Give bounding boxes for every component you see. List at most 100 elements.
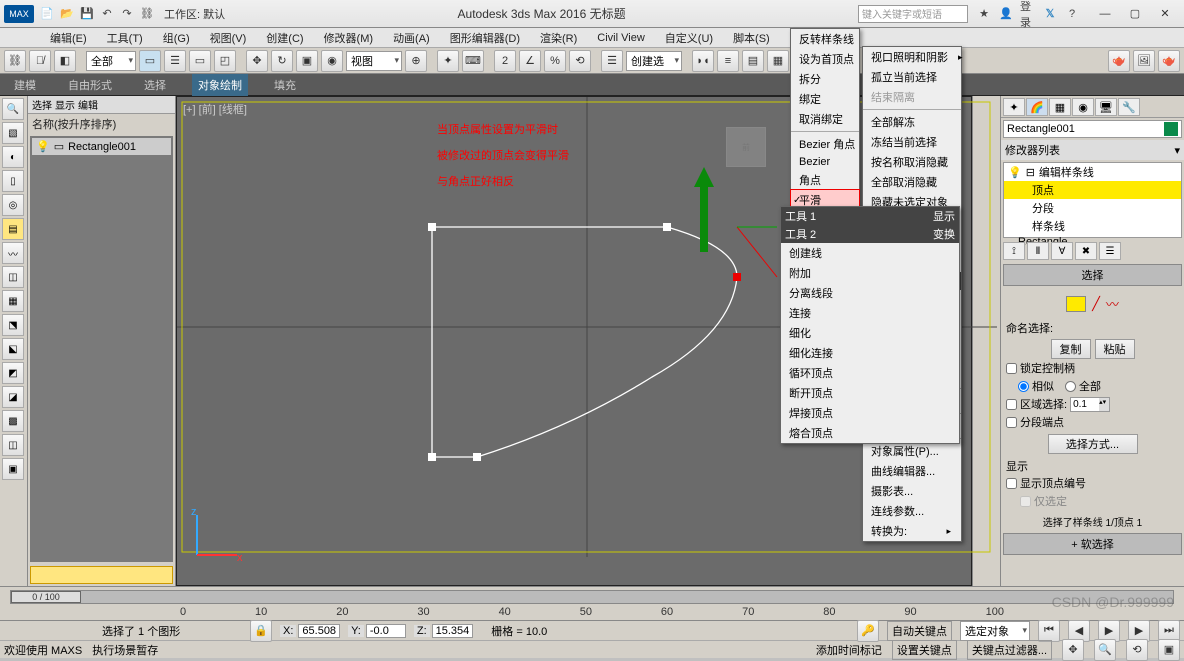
wave-icon[interactable]: 〰: [2, 242, 24, 264]
rotate-icon[interactable]: ↻: [271, 50, 293, 72]
key-icon[interactable]: 🔑: [857, 620, 879, 642]
show-result-icon[interactable]: Ⅱ: [1027, 242, 1049, 260]
tab-display-icon[interactable]: 🖥: [1095, 98, 1117, 116]
minimize-button[interactable]: —: [1090, 4, 1120, 24]
setkey-button[interactable]: 设置关键点: [892, 640, 957, 660]
select-rect-icon[interactable]: ▭: [189, 50, 211, 72]
vertex-mode-icon[interactable]: [1066, 296, 1086, 312]
menu-item[interactable]: 修改器(M): [314, 28, 384, 48]
tab-create-icon[interactable]: ✦: [1003, 98, 1025, 116]
select-name-icon[interactable]: ☰: [164, 50, 186, 72]
selection-filter[interactable]: 全部: [86, 51, 136, 71]
save-icon[interactable]: 💾: [78, 5, 96, 23]
keymode-dropdown[interactable]: 选定对象: [960, 621, 1030, 641]
bind-icon[interactable]: ◧: [54, 50, 76, 72]
render-setup-icon[interactable]: 🫖: [1108, 50, 1130, 72]
menu-item[interactable]: 取消绑定: [791, 109, 859, 129]
snapshot-icon[interactable]: ◫: [2, 266, 24, 288]
tool-b-icon[interactable]: ⬕: [2, 338, 24, 360]
menu-item[interactable]: 图形编辑器(D): [440, 28, 530, 48]
nav-pan-icon[interactable]: ✥: [1062, 639, 1084, 661]
stack-vertex[interactable]: 顶点: [1004, 181, 1181, 199]
modifier-stack[interactable]: 💡⊟编辑样条线 顶点 分段 样条线 Rectangle: [1003, 162, 1182, 238]
spline-mode-icon[interactable]: 〰: [1106, 294, 1119, 313]
coord-y[interactable]: -0.0: [366, 624, 406, 638]
menu-item[interactable]: 转换为:: [863, 521, 961, 541]
menu-item[interactable]: 视图(V): [200, 28, 257, 48]
sphere-icon[interactable]: ◐: [2, 146, 24, 168]
ribbon-tab[interactable]: 填充: [268, 74, 302, 96]
nav-zoom-icon[interactable]: 🔍: [1094, 639, 1116, 661]
close-button[interactable]: ✕: [1150, 4, 1180, 24]
named-sel-set[interactable]: 创建选: [626, 51, 682, 71]
tool-f-icon[interactable]: ◫: [2, 434, 24, 456]
scale-icon[interactable]: ▣: [296, 50, 318, 72]
area-spinner[interactable]: ▴▾: [1070, 397, 1110, 412]
goto-start-icon[interactable]: ⏮: [1038, 620, 1060, 642]
menu-item[interactable]: 冻结当前选择: [863, 132, 961, 152]
menu-item[interactable]: 组(G): [153, 28, 200, 48]
scene-tab[interactable]: 显示: [55, 97, 75, 112]
autokey-button[interactable]: 自动关键点: [887, 621, 952, 641]
tab-utilities-icon[interactable]: 🔧: [1118, 98, 1140, 116]
rollout-selection[interactable]: 选择: [1003, 264, 1182, 286]
copy-button[interactable]: 复制: [1051, 339, 1091, 359]
menu-item[interactable]: 摄影表...: [863, 481, 961, 501]
snap-percent-icon[interactable]: %: [544, 50, 566, 72]
unlink-icon[interactable]: ⛓̸: [29, 50, 51, 72]
snap-angle-icon[interactable]: ∠: [519, 50, 541, 72]
maximize-button[interactable]: ▢: [1120, 4, 1150, 24]
menu-item[interactable]: 分离线段: [781, 283, 959, 303]
stack-segment[interactable]: 分段: [1004, 199, 1181, 217]
lock-icon[interactable]: 🔒: [250, 620, 272, 642]
menu-item[interactable]: 曲线编辑器...: [863, 461, 961, 481]
scene-tab[interactable]: 编辑: [78, 97, 98, 112]
menu-item[interactable]: 连接: [781, 303, 959, 323]
cube-icon[interactable]: ▧: [2, 122, 24, 144]
new-icon[interactable]: 📄: [38, 5, 56, 23]
time-slider[interactable]: 0 / 100: [0, 586, 1184, 606]
menu-item[interactable]: 编辑(E): [40, 28, 97, 48]
menu-item[interactable]: 渲染(R): [530, 28, 587, 48]
menu-item[interactable]: 对象属性(P)...: [863, 441, 961, 461]
select-icon[interactable]: ▭: [139, 50, 161, 72]
group-icon[interactable]: ▦: [2, 290, 24, 312]
color-swatch[interactable]: [1164, 122, 1178, 136]
menu-item[interactable]: 工具(T): [97, 28, 153, 48]
snap-2d-icon[interactable]: 2: [494, 50, 516, 72]
context-menu-tools[interactable]: 工具 1显示工具 2变换创建线附加分离线段连接细化细化连接循环顶点断开顶点焊接顶…: [780, 206, 960, 444]
area-sel-checkbox[interactable]: [1006, 399, 1017, 410]
open-icon[interactable]: 📂: [58, 5, 76, 23]
help-icon[interactable]: ?: [1064, 6, 1080, 22]
menu-item[interactable]: 全部取消隐藏: [863, 172, 961, 192]
workspace-label[interactable]: 工作区: 默认: [164, 6, 225, 22]
tool-c-icon[interactable]: ◩: [2, 362, 24, 384]
align-icon[interactable]: ≡: [717, 50, 739, 72]
redo-icon[interactable]: ↷: [118, 5, 136, 23]
menu-item[interactable]: 脚本(S): [723, 28, 780, 48]
menu-item[interactable]: Bezier: [791, 154, 859, 170]
ribbon-tab[interactable]: 自由形式: [62, 74, 118, 96]
keyboard-icon[interactable]: ⌨: [462, 50, 484, 72]
make-unique-icon[interactable]: ∀: [1051, 242, 1073, 260]
tab-modify-icon[interactable]: 🌈: [1026, 98, 1048, 116]
layers-icon[interactable]: ▤: [2, 218, 24, 240]
seg-end-checkbox[interactable]: [1006, 417, 1017, 428]
cyl-icon[interactable]: ▯: [2, 170, 24, 192]
modifier-list[interactable]: 修改器列表▾: [1001, 140, 1184, 160]
scene-list[interactable]: 💡 ▭ Rectangle001: [30, 136, 173, 562]
tool-a-icon[interactable]: ⬔: [2, 314, 24, 336]
bulb-icon[interactable]: 💡: [36, 140, 50, 153]
ribbon-tab[interactable]: 选择: [138, 74, 172, 96]
search-input[interactable]: 键入关键字或短语: [858, 5, 968, 23]
pivot-icon[interactable]: ⊕: [405, 50, 427, 72]
scene-footer[interactable]: [30, 566, 173, 584]
coord-x[interactable]: 65.508: [298, 624, 340, 638]
menu-item[interactable]: 细化: [781, 323, 959, 343]
rollout-softsel[interactable]: + 软选择: [1003, 533, 1182, 555]
menu-item[interactable]: 熔合顶点: [781, 423, 959, 443]
menu-item[interactable]: 附加: [781, 263, 959, 283]
menu-item[interactable]: 视口照明和阴影: [863, 47, 961, 67]
tab-hierarchy-icon[interactable]: ▦: [1049, 98, 1071, 116]
object-name-field[interactable]: Rectangle001: [1003, 120, 1182, 138]
